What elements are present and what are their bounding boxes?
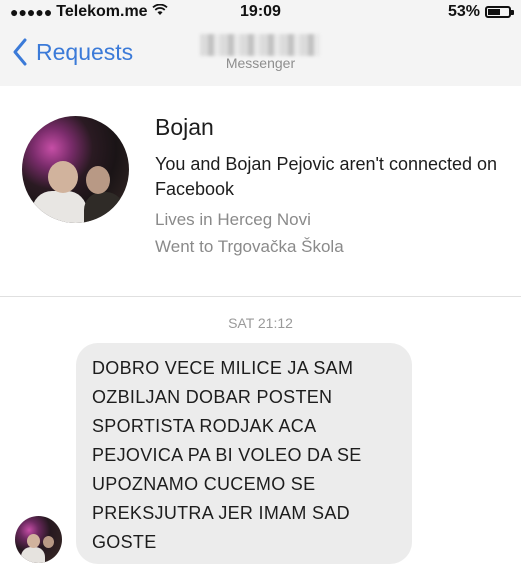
profile-education: Went to Trgovačka Škola xyxy=(155,237,344,256)
profile-lives-in: Lives in Herceg Novi xyxy=(155,210,311,229)
sender-avatar[interactable] xyxy=(15,516,62,563)
message-line: GOSTE xyxy=(92,532,157,552)
profile-card: Bojan You and Bojan Pejovic aren't conne… xyxy=(0,86,521,297)
message-line: DOBRO VECE MILICE JA SAM xyxy=(92,358,354,378)
message-line: PREKSJUTRA JER IMAM SAD xyxy=(92,503,350,523)
profile-avatar[interactable] xyxy=(22,116,129,223)
message-line: SPORTISTA RODJAK ACA xyxy=(92,416,317,436)
navigation-bar: Requests Messenger xyxy=(0,26,521,87)
nav-subtitle: Messenger xyxy=(225,55,296,71)
profile-name[interactable]: Bojan xyxy=(155,114,214,141)
blurred-title xyxy=(200,34,320,56)
battery-icon xyxy=(485,6,514,18)
battery-percent: 53% xyxy=(447,3,480,20)
message-line: PEJOVICA PA BI VOLEO DA SE xyxy=(92,445,362,465)
status-bar: ●●●●● Telekom.me 19:09 53% xyxy=(0,0,521,26)
message-timestamp: SAT 21:12 xyxy=(228,315,293,331)
connection-status: You and Bojan Pejovic aren't connected o… xyxy=(155,154,498,199)
message-line: OZBILJAN DOBAR POSTEN xyxy=(92,387,333,407)
battery-group: 53% xyxy=(447,3,514,21)
status-time: 19:09 xyxy=(240,3,281,20)
message-bubble[interactable]: DOBRO VECE MILICE JA SAM OZBILJAN DOBAR … xyxy=(76,343,412,564)
message-line: UPOZNAMO CUCEMO SE xyxy=(92,474,316,494)
